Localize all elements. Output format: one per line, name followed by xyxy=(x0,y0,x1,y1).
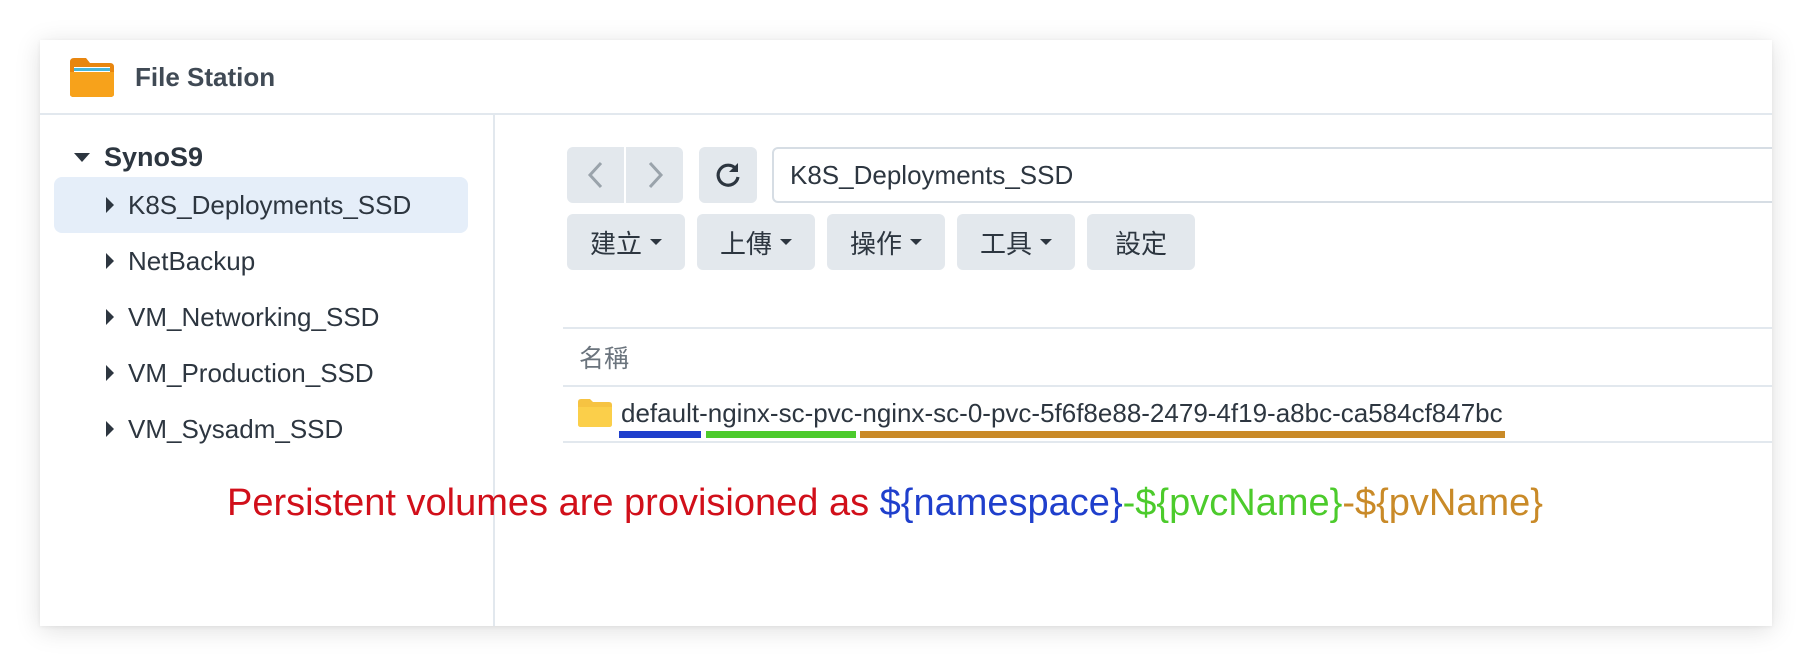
upload-label: 上傳 xyxy=(719,228,772,259)
namespace-segment: default xyxy=(618,397,702,438)
tools-button[interactable]: 工具 xyxy=(957,214,1075,270)
column-header-name[interactable]: 名稱 xyxy=(579,339,629,375)
tools-label: 工具 xyxy=(979,228,1032,259)
caret-right-icon[interactable] xyxy=(106,365,114,381)
annotation-prefix: Persistent volumes are provisioned as xyxy=(227,482,880,524)
chevron-down-icon xyxy=(1040,239,1052,245)
sidebar-item-vm-production-ssd[interactable]: VM_Production_SSD xyxy=(54,345,468,401)
chevron-right-icon xyxy=(648,161,663,189)
separator: - xyxy=(853,397,863,428)
annotation-separator: - xyxy=(1122,482,1136,524)
back-button[interactable] xyxy=(567,147,624,203)
sidebar-item-k8s-deployments-ssd[interactable]: K8S_Deployments_SSD xyxy=(54,177,468,233)
toolbar: 建立 上傳 操作 工具 設定 xyxy=(567,214,1207,270)
create-button[interactable]: 建立 xyxy=(567,214,685,270)
chevron-down-icon xyxy=(650,239,662,245)
chevron-down-icon xyxy=(780,239,792,245)
caret-right-icon[interactable] xyxy=(106,197,114,213)
sidebar: SynoS9 K8S_Deployments_SSD NetBackup VM_… xyxy=(40,115,495,626)
file-station-window: File Station SynoS9 K8S_Deployments_SSD … xyxy=(40,40,1772,626)
refresh-icon xyxy=(716,163,740,187)
sidebar-item-label: VM_Production_SSD xyxy=(128,357,374,388)
upload-button[interactable]: 上傳 xyxy=(697,214,815,270)
sidebar-item-label: VM_Networking_SSD xyxy=(128,301,380,332)
forward-button[interactable] xyxy=(624,147,683,203)
chevron-left-icon xyxy=(587,161,602,189)
list-header: 名稱 xyxy=(563,327,1772,387)
annotation-namespace: ${namespace} xyxy=(879,482,1123,524)
settings-button[interactable]: 設定 xyxy=(1087,214,1195,270)
action-label: 操作 xyxy=(849,228,902,259)
main-panel: 建立 上傳 操作 工具 設定 名稱 xyxy=(495,115,1772,626)
file-name[interactable]: default-nginx-sc-pvc-nginx-sc-0-pvc-5f6f… xyxy=(618,397,1505,438)
action-button[interactable]: 操作 xyxy=(827,214,945,270)
path-input[interactable] xyxy=(772,147,1772,203)
chevron-down-icon xyxy=(910,239,922,245)
separator: - xyxy=(699,397,708,428)
pvc-name-segment: nginx-sc-pvc xyxy=(705,397,856,438)
annotation-separator: - xyxy=(1342,482,1355,524)
caret-right-icon[interactable] xyxy=(106,309,114,325)
annotation-caption: Persistent volumes are provisioned as ${… xyxy=(227,482,1543,525)
pv-name-segment: nginx-sc-0-pvc-5f6f8e88-2479-4f19-a8bc-c… xyxy=(860,397,1505,438)
title-bar: File Station xyxy=(40,40,1772,115)
sidebar-item-vm-sysadm-ssd[interactable]: VM_Sysadm_SSD xyxy=(54,401,468,457)
sidebar-item-netbackup[interactable]: NetBackup xyxy=(54,233,468,289)
caret-right-icon[interactable] xyxy=(106,253,114,269)
tree-root-label: SynoS9 xyxy=(104,141,204,172)
settings-label: 設定 xyxy=(1114,228,1167,259)
history-nav xyxy=(567,147,683,203)
file-row[interactable]: default-nginx-sc-pvc-nginx-sc-0-pvc-5f6f… xyxy=(563,385,1772,443)
create-label: 建立 xyxy=(589,228,642,259)
annotation-pvc: ${pvcName} xyxy=(1135,482,1343,524)
sidebar-item-label: NetBackup xyxy=(128,245,256,276)
caret-down-icon[interactable] xyxy=(74,152,90,162)
annotation-pv: ${pvName} xyxy=(1354,482,1543,524)
folder-icon xyxy=(578,399,612,427)
sidebar-item-label: VM_Sysadm_SSD xyxy=(128,413,344,444)
tree-root-synos9[interactable]: SynoS9 xyxy=(74,139,203,175)
refresh-button[interactable] xyxy=(699,147,757,203)
caret-right-icon[interactable] xyxy=(106,421,114,437)
folder-app-icon xyxy=(70,58,114,97)
sidebar-item-label: K8S_Deployments_SSD xyxy=(128,189,412,220)
sidebar-item-vm-networking-ssd[interactable]: VM_Networking_SSD xyxy=(54,289,468,345)
app-title: File Station xyxy=(135,62,276,92)
